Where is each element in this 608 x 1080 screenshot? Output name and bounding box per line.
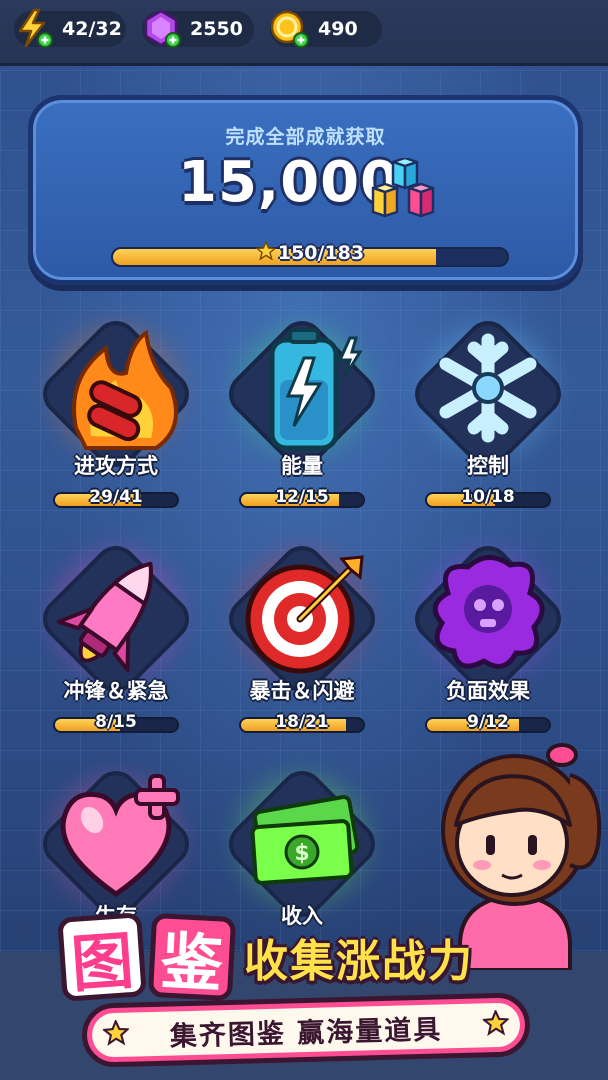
achievement-tile[interactable]: 暴击＆闪避 18/21 <box>212 525 392 745</box>
toxic-skull-icon <box>432 555 545 669</box>
coin-counter[interactable]: 490 <box>270 10 382 48</box>
battery-lightning-icon <box>269 328 363 451</box>
tile-progress-text: 12/15 <box>275 487 329 507</box>
snowflake-icon <box>438 331 538 445</box>
gem-counter[interactable]: 2550 <box>142 9 254 48</box>
achievement-tile[interactable]: 进攻方式 29/41 <box>26 300 206 520</box>
promo-char-1: 图 <box>57 912 147 1002</box>
banner-progress-value: 150/183 <box>277 242 365 264</box>
tile-label: 负面效果 <box>446 679 530 703</box>
energy-value: 42/32 <box>62 18 122 40</box>
tile-label: 能量 <box>281 454 323 478</box>
svg-text:$: $ <box>294 841 309 866</box>
heart-plus-icon <box>60 774 180 898</box>
target-arrow-icon <box>245 555 364 674</box>
tile-label: 控制 <box>467 454 509 478</box>
star-icon <box>102 1019 130 1046</box>
coin-value: 490 <box>318 18 358 40</box>
tile-label: 冲锋＆紧急 <box>63 679 169 703</box>
promo-headline-text: 收集涨战力 <box>244 936 474 987</box>
banner-title: 完成全部成就获取 <box>225 126 386 148</box>
tile-progress-text: 18/21 <box>275 712 329 732</box>
purple-gem-icon <box>144 9 181 48</box>
rocket-icon <box>56 561 153 672</box>
achievement-tile[interactable]: 冲锋＆紧急 8/15 <box>26 525 206 745</box>
achievement-tile[interactable]: 能量 12/15 <box>212 300 392 520</box>
promo-headline: 图 鉴 收集涨战力 <box>57 912 474 1002</box>
tile-label: 进攻方式 <box>74 454 158 478</box>
promo-subline: 集齐图鉴 赢海量道具 <box>169 1013 443 1053</box>
banner-progress-text: 150/183 <box>111 241 509 264</box>
resource-bar: 42/32 2550 490 <box>0 0 608 66</box>
tile-progress-text: 10/18 <box>461 487 515 507</box>
promo-ribbon: 集齐图鉴 赢海量道具 <box>81 992 531 1068</box>
achievement-tile[interactable]: 控制 10/18 <box>398 300 578 520</box>
tile-label: 暴击＆闪避 <box>249 679 355 703</box>
completion-reward-banner[interactable]: 完成全部成就获取 15,000 150/183 <box>28 95 583 285</box>
star-icon <box>255 241 276 261</box>
promo-char-2: 鉴 <box>147 912 237 1002</box>
gem-value: 2550 <box>190 18 243 40</box>
colored-cubes-icon <box>371 158 435 218</box>
flaming-bullets-icon <box>72 329 178 450</box>
tile-progress-text: 29/41 <box>89 487 143 507</box>
star-icon <box>482 1009 510 1036</box>
energy-counter[interactable]: 42/32 <box>14 8 126 48</box>
lightning-icon <box>18 8 53 48</box>
tile-progress-text: 8/15 <box>95 712 137 732</box>
achievement-tile[interactable]: 负面效果 9/12 <box>398 525 578 745</box>
cash-stack-icon: $ <box>250 795 360 885</box>
gold-coin-icon <box>270 10 309 48</box>
